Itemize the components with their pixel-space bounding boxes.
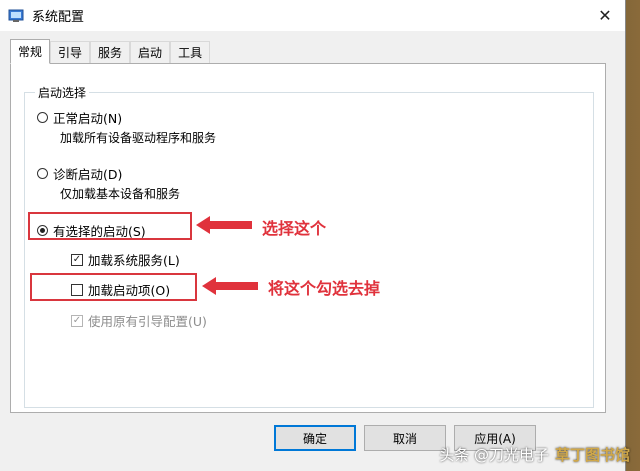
use-original-boot-checkbox: ✓ 使用原有引导配置(U) <box>71 311 207 330</box>
watermark: 头条 @刀光电子 草丁图书馆 <box>439 444 630 465</box>
tab-boot[interactable]: 引导 <box>50 41 91 63</box>
tab-startup[interactable]: 启动 <box>130 41 171 63</box>
system-config-window: 系统配置 ✕ 常规 引导 服务 启动 工具 启动选择 正常启动(N) 加载所有设… <box>0 0 626 471</box>
arrow-left-icon <box>196 216 252 234</box>
annotation-uncheck-this: 将这个勾选去掉 <box>268 279 381 298</box>
diagnostic-startup-desc: 仅加载基本设备和服务 <box>60 187 181 201</box>
diagnostic-startup-label: 诊断启动(D) <box>53 167 123 182</box>
radio-button-unchecked[interactable] <box>37 112 48 123</box>
highlight-box-selective <box>28 212 192 240</box>
tab-tools[interactable]: 工具 <box>170 41 211 63</box>
normal-startup-desc: 加载所有设备驱动程序和服务 <box>60 131 217 145</box>
normal-startup-radio[interactable]: 正常启动(N) <box>37 108 122 127</box>
highlight-box-startup-items <box>30 273 197 301</box>
ok-button[interactable]: 确定 <box>274 425 356 451</box>
annotation-select-this: 选择这个 <box>262 219 327 238</box>
close-icon: ✕ <box>598 5 612 25</box>
watermark-source: 头条 @刀光电子 <box>439 446 549 464</box>
close-button[interactable]: ✕ <box>593 4 617 26</box>
radio-button-unchecked[interactable] <box>37 168 48 179</box>
watermark-brand: 草丁图书馆 <box>554 446 630 464</box>
load-system-services-checkbox[interactable]: ✓ 加载系统服务(L) <box>71 250 180 269</box>
use-original-boot-label: 使用原有引导配置(U) <box>88 314 207 329</box>
checkbox-checked-disabled: ✓ <box>71 314 83 327</box>
cancel-button[interactable]: 取消 <box>364 425 446 451</box>
diagnostic-startup-radio[interactable]: 诊断启动(D) <box>37 164 122 183</box>
tab-general[interactable]: 常规 <box>10 39 51 64</box>
title-bar: 系统配置 ✕ <box>0 0 625 31</box>
checkbox-checked[interactable]: ✓ <box>71 253 83 266</box>
tab-services[interactable]: 服务 <box>90 41 131 63</box>
tab-strip: 常规 引导 服务 启动 工具 <box>10 39 211 64</box>
arrow-left-icon <box>202 277 258 295</box>
load-system-services-label: 加载系统服务(L) <box>88 253 180 268</box>
normal-startup-label: 正常启动(N) <box>53 111 123 126</box>
system-config-icon <box>8 8 24 24</box>
group-legend: 启动选择 <box>35 84 90 101</box>
window-title: 系统配置 <box>32 10 85 25</box>
